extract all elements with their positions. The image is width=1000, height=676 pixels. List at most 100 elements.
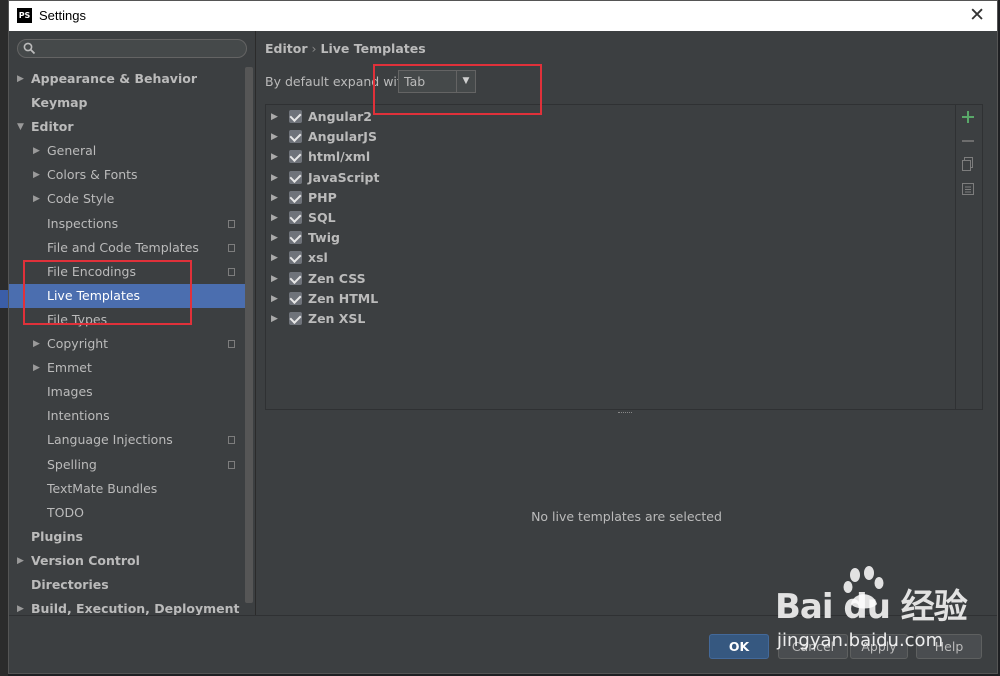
template-group-checkbox[interactable] — [289, 170, 302, 184]
template-group-icon[interactable] — [959, 181, 977, 199]
template-group-checkbox[interactable] — [289, 130, 302, 144]
collapsed-arrow-icon[interactable]: ▶ — [33, 356, 40, 380]
template-group-row[interactable]: ▶ Twig — [266, 228, 956, 248]
template-group-name: html/xml — [308, 149, 371, 165]
sidebar-item-images[interactable]: Images — [9, 380, 245, 404]
sidebar-item-textmate-bundles[interactable]: TextMate Bundles — [9, 477, 245, 501]
project-settings-icon — [228, 340, 235, 349]
sidebar-item-inspections[interactable]: Inspections — [9, 212, 245, 236]
template-group-checkbox[interactable] — [289, 312, 302, 325]
title-bar: PS Settings ✕ — [9, 1, 997, 31]
sidebar-item-colors-fonts[interactable]: ▶ Colors & Fonts — [9, 163, 245, 187]
expand-arrow-icon[interactable]: ▶ — [271, 168, 278, 188]
template-group-checkbox[interactable] — [289, 190, 302, 204]
template-group-row[interactable]: ▶ Angular2 — [266, 107, 956, 127]
sidebar-item-version-control[interactable]: ▶ Version Control — [9, 549, 245, 573]
background-window-strip — [0, 0, 8, 676]
sidebar-item-label: Keymap — [31, 95, 88, 111]
template-group-row[interactable]: ▶ Zen HTML — [266, 289, 956, 309]
sidebar-item-label: TextMate Bundles — [47, 480, 158, 496]
project-settings-icon — [228, 460, 235, 469]
collapsed-arrow-icon[interactable]: ▶ — [33, 139, 40, 163]
add-icon[interactable] — [959, 109, 977, 127]
expand-arrow-icon[interactable]: ▶ — [271, 248, 278, 268]
search-icon — [23, 42, 36, 55]
sidebar-item-emmet[interactable]: ▶ Emmet — [9, 356, 245, 380]
sidebar-item-intentions[interactable]: Intentions — [9, 404, 245, 428]
template-group-row[interactable]: ▶ PHP — [266, 188, 956, 208]
template-group-checkbox[interactable] — [289, 110, 302, 123]
sidebar-item-code-style[interactable]: ▶ Code Style — [9, 187, 245, 211]
project-settings-icon — [228, 267, 235, 276]
sidebar-item-directories[interactable]: Directories — [9, 573, 245, 597]
sidebar-item-appearance-behavior[interactable]: ▶ Appearance & Behavior — [9, 67, 245, 91]
sidebar-item-file-types[interactable]: File Types — [9, 308, 245, 332]
sidebar-item-copyright[interactable]: ▶ Copyright — [9, 332, 245, 356]
collapsed-arrow-icon[interactable]: ▶ — [17, 67, 24, 91]
expand-arrow-icon[interactable]: ▶ — [271, 228, 278, 248]
ok-button[interactable]: OK — [709, 634, 769, 659]
copy-icon[interactable] — [959, 157, 977, 175]
sidebar-item-language-injections[interactable]: Language Injections — [9, 428, 245, 452]
expand-arrow-icon[interactable]: ▶ — [271, 309, 278, 329]
close-icon[interactable]: ✕ — [969, 4, 985, 27]
template-group-checkbox[interactable] — [289, 231, 302, 245]
sidebar-item-file-encodings[interactable]: File Encodings — [9, 260, 245, 284]
template-group-row[interactable]: ▶ Zen CSS — [266, 269, 956, 289]
remove-icon[interactable] — [959, 133, 977, 151]
expand-arrow-icon[interactable]: ▶ — [271, 208, 278, 228]
breadcrumb: Editor › Live Templates — [265, 41, 426, 56]
collapsed-arrow-icon[interactable]: ▶ — [17, 597, 24, 615]
expand-arrow-icon[interactable]: ▶ — [271, 107, 278, 127]
template-group-checkbox[interactable] — [289, 291, 302, 305]
expand-arrow-icon[interactable]: ▶ — [271, 127, 278, 147]
template-group-checkbox[interactable] — [289, 150, 302, 164]
template-group-row[interactable]: ▶ Zen XSL — [266, 309, 956, 329]
search-input[interactable] — [17, 39, 247, 58]
sidebar-item-general[interactable]: ▶ General — [9, 139, 245, 163]
sidebar-item-plugins[interactable]: Plugins — [9, 525, 245, 549]
sidebar-item-keymap[interactable]: Keymap — [9, 91, 245, 115]
sidebar-item-editor[interactable]: ▼ Editor — [9, 115, 245, 139]
template-group-checkbox[interactable] — [289, 211, 302, 224]
splitter-handle[interactable] — [618, 412, 632, 415]
template-group-row[interactable]: ▶ JavaScript — [266, 168, 956, 188]
sidebar-item-file-code-templates[interactable]: File and Code Templates — [9, 236, 245, 260]
expand-arrow-icon[interactable]: ▶ — [271, 147, 278, 167]
template-group-checkbox[interactable] — [289, 271, 302, 285]
template-group-row[interactable]: ▶ SQL — [266, 208, 956, 228]
window-title: Settings — [39, 8, 86, 23]
sidebar-item-label: Version Control — [31, 552, 140, 568]
template-group-name: Zen XSL — [308, 311, 366, 326]
expand-arrow-icon[interactable]: ▶ — [271, 188, 278, 208]
expand-with-value: Tab — [404, 74, 426, 89]
apply-button[interactable]: Apply — [850, 634, 908, 659]
project-settings-icon — [228, 243, 235, 252]
sidebar-item-label: Code Style — [47, 191, 115, 207]
expand-arrow-icon[interactable]: ▶ — [271, 269, 278, 289]
expanded-arrow-icon[interactable]: ▼ — [17, 115, 24, 139]
collapsed-arrow-icon[interactable]: ▶ — [33, 163, 40, 187]
breadcrumb-parent[interactable]: Editor — [265, 41, 308, 56]
collapsed-arrow-icon[interactable]: ▶ — [33, 332, 40, 356]
template-group-checkbox[interactable] — [289, 251, 302, 265]
sidebar-scrollbar[interactable] — [245, 67, 253, 603]
sidebar-item-spelling[interactable]: Spelling — [9, 453, 245, 477]
template-group-row[interactable]: ▶ html/xml — [266, 147, 956, 167]
dropdown-arrow-icon[interactable]: ▼ — [456, 71, 475, 92]
cancel-button[interactable]: Cancel — [778, 634, 848, 659]
sidebar-item-todo[interactable]: TODO — [9, 501, 245, 525]
sidebar-item-build-execution-deployment[interactable]: ▶ Build, Execution, Deployment — [9, 597, 245, 615]
sidebar-item-live-templates[interactable]: Live Templates — [9, 283, 245, 308]
expand-arrow-icon[interactable]: ▶ — [271, 289, 278, 309]
sidebar-item-label: Language Injections — [47, 432, 173, 448]
sidebar-item-label: Copyright — [47, 336, 109, 352]
collapsed-arrow-icon[interactable]: ▶ — [33, 187, 40, 211]
sidebar-item-label: File Encodings — [47, 263, 137, 279]
expand-with-select[interactable]: Tab ▼ — [398, 70, 476, 93]
help-button[interactable]: Help — [916, 634, 982, 659]
collapsed-arrow-icon[interactable]: ▶ — [17, 549, 24, 573]
template-group-row[interactable]: ▶ AngularJS — [266, 127, 956, 147]
template-group-row[interactable]: ▶ xsl — [266, 248, 956, 268]
sidebar-item-label: Directories — [31, 576, 109, 592]
